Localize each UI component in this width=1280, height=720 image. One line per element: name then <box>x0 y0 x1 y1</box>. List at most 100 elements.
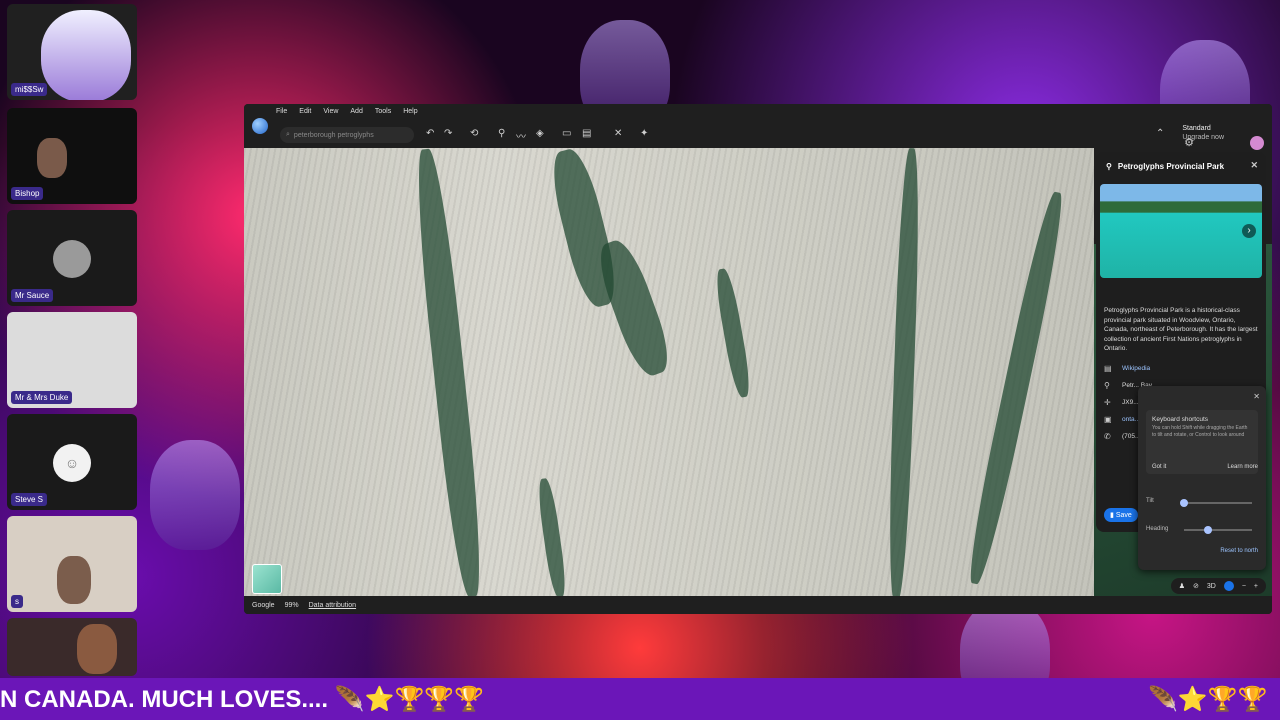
path-icon[interactable]: 〰 <box>516 128 526 143</box>
redo-icon[interactable]: ↷ <box>444 128 452 139</box>
participant-video <box>57 556 91 604</box>
participant-video <box>37 138 67 178</box>
google-logo: Google <box>252 601 275 609</box>
cartoon-avatar <box>41 10 131 100</box>
user-icon: ☺ <box>53 444 91 482</box>
place-description: Petroglyphs Provincial Park is a histori… <box>1104 307 1258 352</box>
menu-view[interactable]: View <box>323 108 338 115</box>
menu-bar: File Edit View Add Tools Help <box>244 104 1272 122</box>
close-icon[interactable]: ✕ <box>1253 392 1260 401</box>
wiki-icon: ▤ <box>1104 363 1112 373</box>
google-earth-window: File Edit View Add Tools Help ⌕ peterbor… <box>244 104 1272 614</box>
shortcut-body: You can hold Shift while dragging the Ea… <box>1152 425 1248 438</box>
3d-toggle[interactable]: 3D <box>1207 583 1216 590</box>
placemark-icon[interactable]: ⚲ <box>498 128 505 139</box>
shortcut-title: Keyboard shortcuts <box>1152 416 1209 423</box>
participant-tile-3[interactable]: Mr Sauce <box>7 210 137 306</box>
map-footer: Google 99% Data attribution <box>244 596 1272 614</box>
close-icon[interactable]: ✕ <box>1250 160 1258 171</box>
earth-logo-icon[interactable] <box>252 118 268 134</box>
participant-tile-6[interactable]: s <box>7 516 137 612</box>
map-feature <box>535 477 569 599</box>
measure-icon[interactable]: ▭ <box>562 128 571 139</box>
zoom-out-icon[interactable]: − <box>1242 583 1246 590</box>
place-row-text: Wikipedia <box>1122 364 1151 372</box>
participant-avatar <box>53 240 91 278</box>
layer-thumbnail[interactable] <box>252 564 282 594</box>
participant-name: Mr Sauce <box>11 289 54 302</box>
place-photo[interactable]: › <box>1100 184 1262 278</box>
ticker-text: N CANADA. MUCH LOVES.... 🪶⭐🏆🏆🏆 <box>0 685 485 713</box>
history-icon[interactable]: ⟲ <box>470 128 478 139</box>
tilt-slider[interactable] <box>1180 499 1252 507</box>
map-feature <box>962 189 1070 587</box>
menu-edit[interactable]: Edit <box>299 108 311 115</box>
participant-tile-1[interactable]: mi$$Sw <box>7 4 137 100</box>
heading-slider-knob[interactable] <box>1203 526 1212 534</box>
compass-icon[interactable] <box>1223 581 1234 591</box>
learn-more-link[interactable]: Learn more <box>1227 464 1258 470</box>
menu-help[interactable]: Help <box>403 108 417 115</box>
phone-icon: ✆ <box>1104 431 1111 441</box>
participant-name: s <box>11 595 23 608</box>
undo-icon[interactable]: ↶ <box>426 128 434 139</box>
website-icon: ▣ <box>1104 414 1112 424</box>
map-feature <box>410 147 488 599</box>
menu-add[interactable]: Add <box>350 108 362 115</box>
got-it-button[interactable]: Got it <box>1152 464 1166 470</box>
hide-icon[interactable]: ✕ <box>614 128 622 139</box>
bg-mask-2 <box>150 440 240 550</box>
layers-icon[interactable]: ◈ <box>536 128 544 139</box>
map-view[interactable] <box>244 145 1094 601</box>
account-plan[interactable]: Standard Upgrade now <box>1182 124 1224 142</box>
map-feature <box>591 235 677 381</box>
map-controls: ♟ ⊘ 3D − + <box>1170 578 1266 594</box>
heading-label: Heading <box>1146 526 1169 532</box>
participant-tile-2[interactable]: Bishop <box>7 108 137 204</box>
bookmark-icon: ▮ <box>1110 512 1114 519</box>
chevron-right-icon[interactable]: › <box>1242 224 1256 238</box>
participant-video <box>77 624 117 674</box>
save-button[interactable]: ▮ Save <box>1104 508 1138 522</box>
place-row-text: JX9... <box>1122 398 1139 406</box>
toolbar: ⌕ peterborough petroglyphs ↶ ↷ ⟲ ⚲ 〰 ◈ ▭… <box>244 118 1272 150</box>
participant-name: mi$$Sw <box>11 83 48 96</box>
menu-tools[interactable]: Tools <box>375 108 391 115</box>
search-input[interactable]: ⌕ peterborough petroglyphs <box>280 127 414 143</box>
place-header: ⚲ Petroglyphs Provincial Park ✕ <box>1096 152 1266 180</box>
data-attribution-link[interactable]: Data attribution <box>309 602 356 609</box>
location-icon: ⚲ <box>1104 380 1110 390</box>
participant-name: Bishop <box>11 187 44 200</box>
place-title: Petroglyphs Provincial Park <box>1117 161 1225 171</box>
menu-list: File Edit View Add Tools Help <box>276 108 418 115</box>
zoom-in-icon[interactable]: + <box>1254 583 1258 590</box>
save-label: Save <box>1115 512 1132 519</box>
participant-name: Mr & Mrs Duke <box>11 391 73 404</box>
no-location-icon[interactable]: ⊘ <box>1193 582 1199 590</box>
avatar[interactable] <box>1250 136 1264 150</box>
ticker-text-repeat: 🪶⭐🏆🏆 <box>1148 685 1268 713</box>
participant-name: Steve S <box>11 493 48 506</box>
tilt-label: Tilt <box>1146 498 1154 504</box>
participant-tile-7[interactable] <box>7 618 137 676</box>
menu-file[interactable]: File <box>276 108 287 115</box>
collapse-icon[interactable]: ⌃ <box>1156 128 1164 139</box>
location-pin-icon: ⚲ <box>1106 161 1112 171</box>
reset-to-north-button[interactable]: Reset to north <box>1220 548 1258 554</box>
tilt-slider-knob[interactable] <box>1180 499 1188 507</box>
place-row-wiki[interactable]: ▤ Wikipedia <box>1096 360 1266 377</box>
map-feature <box>886 147 922 601</box>
sparkle-icon[interactable]: ✦ <box>640 128 648 139</box>
upgrade-link[interactable]: Upgrade now <box>1182 133 1224 142</box>
news-ticker: N CANADA. MUCH LOVES.... 🪶⭐🏆🏆🏆 🪶⭐🏆🏆 <box>0 678 1280 720</box>
image-icon[interactable]: ▤ <box>582 128 591 139</box>
heading-slider[interactable] <box>1184 526 1252 534</box>
plus-code-icon: ✛ <box>1104 397 1111 407</box>
participant-tile-4[interactable]: Mr & Mrs Duke <box>7 312 137 408</box>
pegman-icon[interactable]: ♟ <box>1179 582 1185 590</box>
plan-label: Standard <box>1182 125 1211 132</box>
participant-tile-5[interactable]: ☺ Steve S <box>7 414 137 510</box>
loading-percent: 99% <box>284 601 299 609</box>
search-icon: ⌕ <box>286 131 290 138</box>
map-feature <box>712 267 754 399</box>
